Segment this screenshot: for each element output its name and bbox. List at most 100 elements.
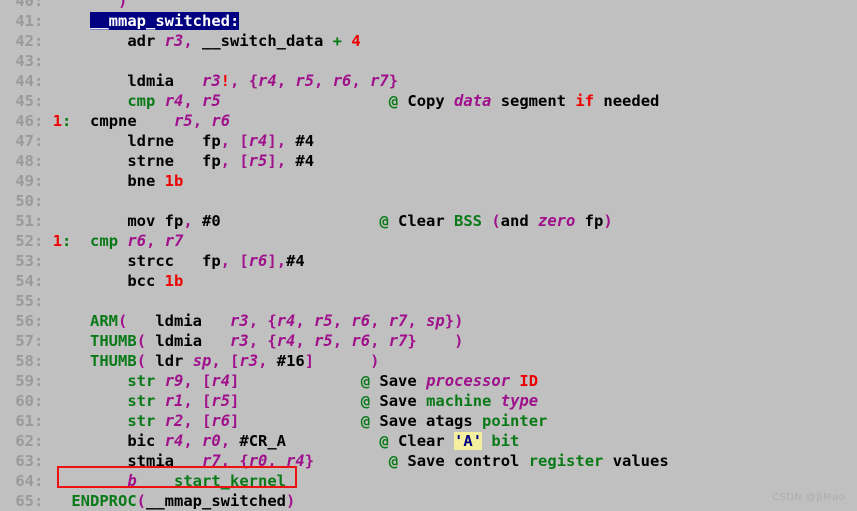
code-line[interactable]: 46: 1: cmpne r5, r6 [0,111,857,131]
line-number-colon: : [34,0,44,10]
code-line[interactable]: 63: stmia r7, {r0, r4} @ Save control re… [0,451,857,471]
line-number-colon: : [34,112,44,130]
code-token: r4 [164,92,184,110]
line-number: 49 [15,172,34,190]
code-token: r4 [258,72,277,90]
code-token: , [211,352,231,370]
code-line[interactable]: 60: str r1, [r5] @ Save machine type [0,391,857,411]
code-token: r7 [370,72,389,90]
code-token: , [276,132,296,150]
label-spacer [43,292,71,310]
code-line[interactable]: 44: ldmia r3!, {r4, r5, r6, r7} [0,71,857,91]
code-token: cmp [127,92,156,110]
code-line[interactable]: 55: [0,291,857,311]
line-number: 51 [15,212,34,230]
code-line[interactable]: 51: mov fp, #0 @ Clear BSS (and zero fp) [0,211,857,231]
code-line[interactable]: 48: strne fp, [r5], #4 [0,151,857,171]
code-line[interactable]: 43: [0,51,857,71]
code-token: [ [239,252,249,270]
code-token: pointer [482,412,548,430]
local-label: 1 [52,112,63,130]
code-listing[interactable]: 40: ) 41: __mmap_switched: 42: adr r3, __s… [0,0,857,511]
line-number: 64 [15,472,34,490]
line-number-colon: : [34,452,44,470]
line-number: 55 [15,292,34,310]
code-token: cmpne [71,112,175,130]
code-token: r6 [211,112,231,130]
label-spacer [43,372,71,390]
label-spacer [43,192,71,210]
code-line[interactable]: 56: ARM( ldmia r3, {r4, r5, r6, r7, sp}) [0,311,857,331]
code-token: , [183,92,203,110]
label-spacer [43,152,71,170]
code-line[interactable]: 54: bcc 1b [0,271,857,291]
code-token: ! [220,72,231,90]
code-token: } [304,452,315,470]
code-token: { [267,312,277,330]
code-token: @ [379,212,389,230]
code-line[interactable]: 62: bic r4, r0, #CR_A @ Clear 'A' bit [0,431,857,451]
local-label-colon: : [62,232,72,250]
code-token: , [183,212,202,230]
code-line[interactable]: 50: [0,191,857,211]
code-line[interactable]: 41: __mmap_switched: [0,11,857,31]
code-token: } [407,332,417,350]
code-line[interactable]: 61: str r2, [r6] @ Save atags pointer [0,411,857,431]
code-token: r4 [164,432,184,450]
code-token: ) [286,492,296,510]
code-token: 1b [164,172,184,190]
code-token: , [258,352,277,370]
code-line[interactable]: 59: str r9, [r4] @ Save processor ID [0,371,857,391]
label-spacer [43,12,71,30]
code-token: r6 [351,332,371,350]
code-token: , [183,372,203,390]
code-token: sp [426,312,445,330]
code-line[interactable]: 40: ) [0,0,857,11]
code-token: , [220,432,240,450]
code-token: , [220,152,240,170]
code-token: machine [426,392,492,410]
line-number-colon: : [34,212,44,230]
line-number-colon: : [34,12,44,30]
code-line[interactable]: 65: ENDPROC(__mmap_switched) [0,491,857,511]
code-token: , [183,412,203,430]
code-line[interactable]: 53: strcc fp, [r6],#4 [0,251,857,271]
code-token: r3 [202,72,221,90]
code-line[interactable]: 42: adr r3, __switch_data + 4 [0,31,857,51]
code-line[interactable]: 52: 1: cmp r6, r7 [0,231,857,251]
line-number-colon: : [34,272,44,290]
code-line[interactable]: 58: THUMB( ldr sp, [r3, #16] ) [0,351,857,371]
code-token: start_kernel [174,472,286,490]
code-line[interactable]: 47: ldrne fp, [r4], #4 [0,131,857,151]
code-line[interactable]: 57: THUMB( ldmia r3, {r4, r5, r6, r7} ) [0,331,857,351]
local-label: 1 [52,232,63,250]
code-token: str [127,392,156,410]
code-line[interactable]: 45: cmp r4, r5 @ Copy data segment if ne… [0,91,857,111]
local-label-colon: : [62,112,72,130]
label-spacer [43,132,71,150]
code-token: __mmap_switched: [90,12,240,30]
line-number: 57 [15,332,34,350]
code-token: ] [230,372,240,390]
code-token: strcc fp [71,252,221,270]
code-token: ARM [90,312,119,330]
code-token: , [351,72,371,90]
line-number: 44 [15,72,34,90]
code-line[interactable]: 64: b start_kernel [0,471,857,491]
code-token: , [230,72,249,90]
code-token: ( [136,492,147,510]
label-spacer [43,312,71,330]
code-token: , [276,152,296,170]
line-number-colon: : [34,32,44,50]
code-line[interactable]: 49: bne 1b [0,171,857,191]
